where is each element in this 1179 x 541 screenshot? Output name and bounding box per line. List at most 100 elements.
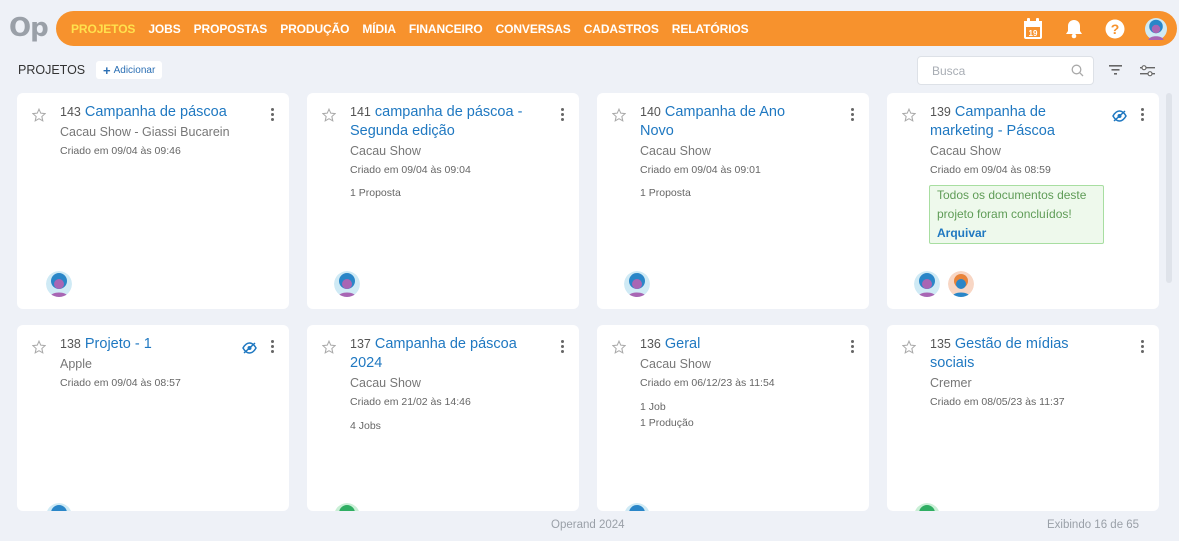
project-name[interactable]: Campanha de páscoa 2024 bbox=[350, 336, 517, 371]
count-item[interactable]: 1 Produção bbox=[640, 415, 694, 431]
user-avatar[interactable] bbox=[1145, 17, 1167, 40]
settings-sliders-icon[interactable] bbox=[1139, 64, 1156, 78]
project-created: Criado em 06/12/23 às 11:54 bbox=[640, 377, 775, 389]
star-icon[interactable] bbox=[612, 340, 626, 354]
project-title[interactable]: 136 Geral bbox=[640, 335, 820, 354]
star-icon[interactable] bbox=[902, 108, 916, 122]
nav-conversas[interactable]: CONVERSAS bbox=[496, 22, 571, 36]
project-card[interactable]: 136 Geral Cacau Show Criado em 06/12/23 … bbox=[597, 325, 869, 511]
project-counts: 4 Jobs bbox=[350, 418, 381, 434]
eye-hidden-icon[interactable] bbox=[1112, 110, 1127, 122]
project-card[interactable]: 138 Projeto - 1 Apple Criado em 09/04 às… bbox=[17, 325, 289, 511]
project-client: Cacau Show bbox=[640, 144, 711, 158]
more-options-icon[interactable] bbox=[270, 340, 274, 355]
project-client: Cacau Show bbox=[930, 144, 1001, 158]
calendar-icon[interactable]: 19 bbox=[1022, 17, 1044, 40]
project-title[interactable]: 135 Gestão de mídias sociais bbox=[930, 335, 1110, 373]
project-title[interactable]: 138 Projeto - 1 bbox=[60, 335, 240, 354]
project-number: 143 bbox=[60, 105, 81, 119]
nav-jobs[interactable]: JOBS bbox=[148, 22, 180, 36]
nav-relatorios[interactable]: RELATÓRIOS bbox=[672, 22, 749, 36]
project-name[interactable]: Campanha de páscoa bbox=[85, 104, 227, 120]
star-icon[interactable] bbox=[902, 340, 916, 354]
nav-propostas[interactable]: PROPOSTAS bbox=[194, 22, 268, 36]
star-icon[interactable] bbox=[32, 340, 46, 354]
user-avatar[interactable] bbox=[334, 503, 360, 511]
project-number: 139 bbox=[930, 105, 951, 119]
project-name[interactable]: Campanha de Ano Novo bbox=[640, 104, 785, 139]
project-created: Criado em 09/04 às 08:59 bbox=[930, 164, 1051, 176]
nav-producao[interactable]: PRODUÇÃO bbox=[280, 22, 349, 36]
plus-icon: + bbox=[103, 62, 111, 78]
completion-notice: Todos os documentos deste projeto foram … bbox=[929, 185, 1104, 244]
nav-financeiro[interactable]: FINANCEIRO bbox=[409, 22, 483, 36]
user-avatar[interactable] bbox=[914, 503, 940, 511]
user-avatar[interactable] bbox=[46, 271, 72, 297]
project-title[interactable]: 140 Campanha de Ano Novo bbox=[640, 103, 820, 141]
notice-text: Todos os documentos deste projeto foram … bbox=[937, 188, 1087, 221]
user-avatar[interactable] bbox=[624, 271, 650, 297]
project-client: Cacau Show bbox=[350, 144, 421, 158]
more-options-icon[interactable] bbox=[850, 340, 854, 355]
page-title: PROJETOS bbox=[18, 63, 86, 77]
scrollbar[interactable] bbox=[1166, 93, 1172, 283]
filter-icon[interactable] bbox=[1108, 64, 1123, 76]
star-icon[interactable] bbox=[612, 108, 626, 122]
bell-icon[interactable] bbox=[1063, 18, 1085, 40]
footer-copyright: Operand 2024 bbox=[551, 519, 625, 531]
project-card[interactable]: 137 Campanha de páscoa 2024 Cacau Show C… bbox=[307, 325, 579, 511]
project-card[interactable]: 140 Campanha de Ano Novo Cacau Show Cria… bbox=[597, 93, 869, 309]
more-options-icon[interactable] bbox=[560, 340, 564, 355]
user-avatar[interactable] bbox=[624, 503, 650, 511]
project-number: 135 bbox=[930, 337, 951, 351]
more-options-icon[interactable] bbox=[1140, 340, 1144, 355]
project-title[interactable]: 137 Campanha de páscoa 2024 bbox=[350, 335, 530, 373]
project-name[interactable]: campanha de páscoa - Segunda edição bbox=[350, 104, 522, 139]
project-client: Cremer bbox=[930, 376, 972, 390]
count-item[interactable]: 1 Proposta bbox=[640, 185, 691, 201]
help-icon[interactable]: ? bbox=[1104, 18, 1126, 40]
project-name[interactable]: Gestão de mídias sociais bbox=[930, 336, 1069, 371]
nav-projetos[interactable]: PROJETOS bbox=[71, 22, 135, 36]
pagination-info: Exibindo 16 de 65 bbox=[1047, 519, 1140, 531]
project-created: Criado em 09/04 às 08:57 bbox=[60, 377, 181, 389]
project-title[interactable]: 143 Campanha de páscoa bbox=[60, 103, 240, 122]
project-created: Criado em 21/02 às 14:46 bbox=[350, 396, 471, 408]
more-options-icon[interactable] bbox=[560, 108, 564, 123]
add-project-button[interactable]: + Adicionar bbox=[96, 61, 163, 79]
project-client: Apple bbox=[60, 357, 92, 371]
nav-midia[interactable]: MÍDIA bbox=[362, 22, 396, 36]
project-client: Cacau Show - Giassi Bucarein bbox=[60, 125, 230, 139]
count-item[interactable]: 1 Job bbox=[640, 399, 694, 415]
more-options-icon[interactable] bbox=[1140, 108, 1144, 123]
project-created: Criado em 08/05/23 às 11:37 bbox=[930, 396, 1065, 408]
project-name[interactable]: Projeto - 1 bbox=[85, 336, 152, 352]
star-icon[interactable] bbox=[32, 108, 46, 122]
more-options-icon[interactable] bbox=[270, 108, 274, 123]
project-title[interactable]: 139 Campanha de marketing - Páscoa bbox=[930, 103, 1110, 141]
app-logo[interactable]: Op bbox=[9, 13, 49, 43]
project-counts: 1 Proposta bbox=[350, 185, 401, 201]
project-card[interactable]: 139 Campanha de marketing - Páscoa Cacau… bbox=[887, 93, 1159, 309]
user-avatar[interactable] bbox=[334, 271, 360, 297]
more-options-icon[interactable] bbox=[850, 108, 854, 123]
project-card[interactable]: 135 Gestão de mídias sociais Cremer Cria… bbox=[887, 325, 1159, 511]
search-input[interactable]: Busca bbox=[917, 56, 1094, 85]
project-card[interactable]: 141 campanha de páscoa - Segunda edição … bbox=[307, 93, 579, 309]
archive-link[interactable]: Arquivar bbox=[937, 226, 986, 240]
eye-hidden-icon[interactable] bbox=[242, 342, 257, 354]
user-avatar[interactable] bbox=[914, 271, 940, 297]
nav-cadastros[interactable]: CADASTROS bbox=[584, 22, 659, 36]
project-name[interactable]: Geral bbox=[665, 336, 700, 352]
project-title[interactable]: 141 campanha de páscoa - Segunda edição bbox=[350, 103, 530, 141]
count-item[interactable]: 1 Proposta bbox=[350, 185, 401, 201]
project-number: 137 bbox=[350, 337, 371, 351]
project-card[interactable]: 143 Campanha de páscoa Cacau Show - Gias… bbox=[17, 93, 289, 309]
star-icon[interactable] bbox=[322, 340, 336, 354]
project-created: Criado em 09/04 às 09:46 bbox=[60, 145, 181, 157]
count-item[interactable]: 4 Jobs bbox=[350, 418, 381, 434]
project-created: Criado em 09/04 às 09:04 bbox=[350, 164, 471, 176]
user-avatar[interactable] bbox=[46, 503, 72, 511]
user-avatar[interactable] bbox=[948, 271, 974, 297]
star-icon[interactable] bbox=[322, 108, 336, 122]
